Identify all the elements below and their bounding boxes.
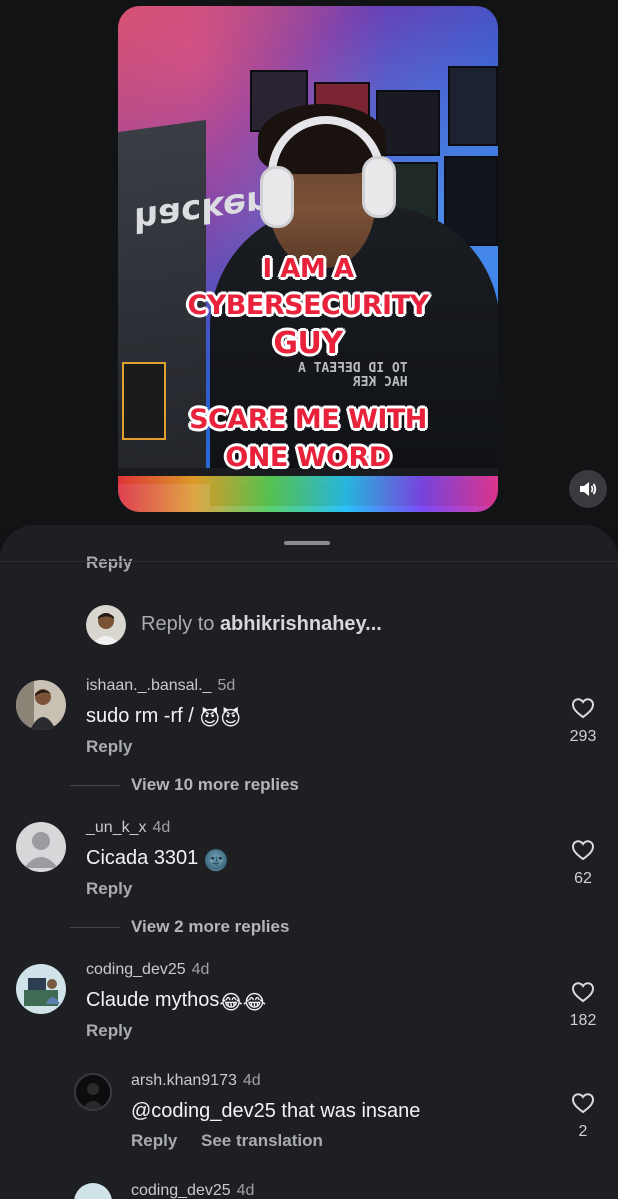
comment-body: Claude mythos [86, 989, 220, 1011]
sheet-drag-handle[interactable] [284, 541, 330, 545]
caption-line-5: ONE WORD [225, 442, 391, 473]
reply-link-cutoff[interactable]: Reply [86, 553, 132, 573]
avatar[interactable] [74, 1183, 112, 1199]
keyboard-rgb-glow [118, 476, 498, 512]
headphones-right-cup [362, 156, 396, 218]
like-button[interactable]: 182 [563, 981, 603, 1030]
reply-username[interactable]: arsh.khan9173 4d [131, 1072, 261, 1090]
reply-input-target: abhikrishnahey... [219, 613, 382, 635]
caption-line-2: CYBERSECURITY [187, 290, 429, 321]
reply-button[interactable]: Reply [86, 1021, 132, 1041]
avatar[interactable] [74, 1073, 112, 1111]
reply-button[interactable]: Reply [131, 1131, 177, 1151]
comment-age: 4d [152, 819, 171, 836]
username-text: arsh.khan9173 [131, 1072, 237, 1089]
caption-line-3: GUY [273, 326, 343, 361]
avatar[interactable] [16, 964, 66, 1014]
video-area: hacker TO ID DEFEAT A HAC KER I AM A CYBE… [0, 0, 618, 525]
like-count: 293 [569, 728, 597, 745]
comment-age: 4d [242, 1072, 261, 1089]
caption-line-1: I AM A [262, 254, 354, 284]
reply-target-avatar [86, 605, 126, 645]
hoodie-print: TO ID DEFEAT A HAC KER [298, 361, 408, 390]
reply-text: @coding_dev25 that was insane [131, 1100, 421, 1122]
comment-age: 4d [236, 1182, 255, 1199]
view-more-replies-button[interactable]: View 10 more replies [131, 775, 299, 795]
like-button[interactable]: 293 [563, 697, 603, 746]
caption-line-4: SCARE ME WITH [189, 404, 427, 435]
reply-input-prefix: Reply to [141, 613, 220, 635]
sheet-divider [0, 561, 618, 562]
reply-button[interactable]: Reply [86, 737, 132, 757]
view-replies-divider [70, 927, 120, 928]
comment-age: 5d [217, 677, 236, 694]
comment-username[interactable]: _un_k_x 4d [86, 819, 170, 837]
comment-body: sudo rm -rf / [86, 705, 200, 727]
wall-poster [448, 66, 498, 146]
comment-text: Cicada 3301 🌚 [86, 847, 229, 873]
like-button[interactable]: 62 [563, 839, 603, 888]
like-count: 2 [578, 1123, 588, 1140]
username-text: _un_k_x [86, 819, 147, 836]
heart-icon [571, 1093, 595, 1114]
comment-body: Cicada 3301 [86, 847, 204, 869]
like-count: 62 [574, 870, 592, 887]
default-avatar-icon[interactable] [16, 822, 66, 872]
laughing-emoji-icon: 😂😂 [219, 992, 267, 1014]
moon-face-emoji-icon: 🌚 [203, 850, 229, 872]
comment-age: 4d [191, 961, 210, 978]
like-button[interactable]: 2 [563, 1092, 603, 1141]
heart-icon [571, 982, 595, 1003]
avatar[interactable] [16, 680, 66, 730]
video-player[interactable]: hacker TO ID DEFEAT A HAC KER I AM A CYBE… [118, 6, 498, 512]
view-more-replies-button[interactable]: View 2 more replies [131, 917, 289, 937]
username-text: ishaan._.bansal._ [86, 677, 212, 694]
reply-input[interactable]: Reply to abhikrishnahey... [141, 613, 382, 636]
view-replies-divider [70, 785, 120, 786]
speaker-icon [580, 482, 597, 496]
heart-icon [571, 698, 595, 719]
comments-sheet: Reply Reply to abhikrishnahey... ishaan.… [0, 525, 618, 1199]
comment-text: Claude mythos😂😂 [86, 989, 266, 1015]
devil-emoji-icon: 😈😈 [199, 708, 242, 730]
comment-username[interactable]: coding_dev25 4d [86, 961, 209, 979]
sound-toggle-button[interactable] [569, 470, 607, 508]
heart-icon [571, 840, 595, 861]
comment-text: sudo rm -rf / 😈😈 [86, 705, 241, 731]
reply-username[interactable]: coding_dev25 4d [131, 1182, 254, 1199]
headphones-left-cup [260, 166, 294, 228]
like-count: 182 [569, 1012, 597, 1029]
reply-button[interactable]: Reply [86, 879, 132, 899]
username-text: coding_dev25 [131, 1182, 231, 1199]
username-text: coding_dev25 [86, 961, 186, 978]
comment-username[interactable]: ishaan._.bansal._ 5d [86, 677, 235, 695]
see-translation-button[interactable]: See translation [201, 1131, 323, 1151]
